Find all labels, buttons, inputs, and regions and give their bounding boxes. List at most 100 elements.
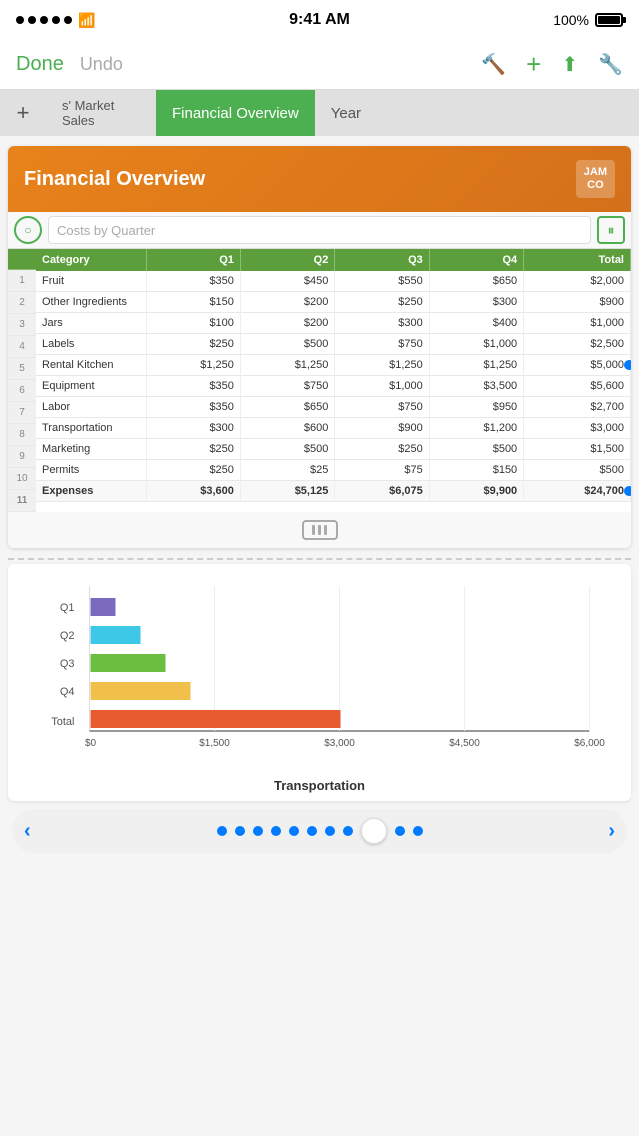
cell-value[interactable]: $750 bbox=[240, 376, 334, 397]
table-row[interactable]: Other Ingredients$150$200$250$300$900 bbox=[36, 292, 631, 313]
cell-value[interactable]: $500 bbox=[240, 334, 334, 355]
formula-circle-button[interactable]: ○ bbox=[14, 216, 42, 244]
cell-value[interactable]: $600 bbox=[240, 418, 334, 439]
cell-value[interactable]: $350 bbox=[146, 271, 240, 292]
cell-value[interactable]: $2,500 bbox=[524, 334, 631, 355]
cell-value[interactable]: $400 bbox=[429, 313, 523, 334]
cell-category[interactable]: Marketing bbox=[36, 439, 146, 460]
cell-category[interactable]: Other Ingredients bbox=[36, 292, 146, 313]
prev-page-button[interactable]: ‹ bbox=[24, 820, 31, 843]
page-dot[interactable] bbox=[361, 818, 387, 844]
cell-value[interactable]: $900 bbox=[524, 292, 631, 313]
cell-value[interactable]: $2,000 bbox=[524, 271, 631, 292]
cell-value[interactable]: $650 bbox=[240, 397, 334, 418]
cell-value[interactable]: $200 bbox=[240, 313, 334, 334]
page-dot[interactable] bbox=[413, 826, 423, 836]
cell-value[interactable]: $9,900 bbox=[429, 481, 523, 502]
cell-value[interactable]: $250 bbox=[146, 439, 240, 460]
cell-value[interactable]: $300 bbox=[429, 292, 523, 313]
cell-category[interactable]: Jars bbox=[36, 313, 146, 334]
page-dot[interactable] bbox=[343, 826, 353, 836]
cell-value[interactable]: $100 bbox=[146, 313, 240, 334]
cell-category[interactable]: Fruit bbox=[36, 271, 146, 292]
cell-value[interactable]: $650 bbox=[429, 271, 523, 292]
cell-category[interactable]: Labels bbox=[36, 334, 146, 355]
cell-category[interactable]: Expenses bbox=[36, 481, 146, 502]
cell-value[interactable]: $1,500 bbox=[524, 439, 631, 460]
cell-value[interactable]: $5,600 bbox=[524, 376, 631, 397]
cell-value[interactable]: $350 bbox=[146, 376, 240, 397]
cell-value[interactable]: $1,000 bbox=[335, 376, 429, 397]
page-dot[interactable] bbox=[271, 826, 281, 836]
page-dot[interactable] bbox=[235, 826, 245, 836]
table-scroll-area[interactable]: Category Q1 Q2 Q3 Q4 Total Fruit$350$450… bbox=[36, 249, 631, 512]
cell-value[interactable]: $950 bbox=[429, 397, 523, 418]
cell-value[interactable]: $1,000 bbox=[524, 313, 631, 334]
cell-value[interactable]: $6,075 bbox=[335, 481, 429, 502]
cell-value[interactable]: $5,125 bbox=[240, 481, 334, 502]
cell-value[interactable]: $150 bbox=[146, 292, 240, 313]
cell-value[interactable]: $750 bbox=[335, 397, 429, 418]
cell-value[interactable]: $550 bbox=[335, 271, 429, 292]
page-dot[interactable] bbox=[217, 826, 227, 836]
cell-value[interactable]: $25 bbox=[240, 460, 334, 481]
tab-year[interactable]: Year bbox=[315, 90, 377, 136]
cell-value[interactable]: $3,600 bbox=[146, 481, 240, 502]
table-row[interactable]: Labor$350$650$750$950$2,700 bbox=[36, 397, 631, 418]
cell-category[interactable]: Equipment bbox=[36, 376, 146, 397]
cell-category[interactable]: Rental Kitchen bbox=[36, 355, 146, 376]
page-dot[interactable] bbox=[289, 826, 299, 836]
cell-category[interactable]: Transportation bbox=[36, 418, 146, 439]
table-row[interactable]: Permits$250$25$75$150$500 bbox=[36, 460, 631, 481]
table-row[interactable]: Transportation$300$600$900$1,200$3,000 bbox=[36, 418, 631, 439]
cell-value[interactable]: $200 bbox=[240, 292, 334, 313]
cell-value[interactable]: $5,000 bbox=[524, 355, 631, 376]
cell-value[interactable]: $2,700 bbox=[524, 397, 631, 418]
table-row[interactable]: Marketing$250$500$250$500$1,500 bbox=[36, 439, 631, 460]
cell-value[interactable]: $1,200 bbox=[429, 418, 523, 439]
page-dot[interactable] bbox=[307, 826, 317, 836]
next-page-button[interactable]: › bbox=[608, 820, 615, 843]
tab-financial-overview[interactable]: Financial Overview bbox=[156, 90, 315, 136]
wrench-icon[interactable]: 🔧 bbox=[598, 52, 623, 77]
cell-value[interactable]: $500 bbox=[429, 439, 523, 460]
page-dot[interactable] bbox=[253, 826, 263, 836]
cell-value[interactable]: $300 bbox=[335, 313, 429, 334]
table-row[interactable]: Fruit$350$450$550$650$2,000 bbox=[36, 271, 631, 292]
cell-value[interactable]: $250 bbox=[146, 460, 240, 481]
add-sheet-button[interactable]: + bbox=[0, 90, 46, 136]
cell-value[interactable]: $3,000 bbox=[524, 418, 631, 439]
tab-market-sales[interactable]: s' Market Sales bbox=[46, 90, 156, 136]
undo-button[interactable]: Undo bbox=[80, 54, 123, 75]
cell-value[interactable]: $250 bbox=[146, 334, 240, 355]
tools-icon[interactable]: 🔨 bbox=[481, 52, 506, 77]
cell-value[interactable]: $750 bbox=[335, 334, 429, 355]
cell-value[interactable]: $3,500 bbox=[429, 376, 523, 397]
cell-value[interactable]: $250 bbox=[335, 292, 429, 313]
cell-value[interactable]: $1,000 bbox=[429, 334, 523, 355]
cell-value[interactable]: $150 bbox=[429, 460, 523, 481]
cell-value[interactable]: $75 bbox=[335, 460, 429, 481]
add-icon[interactable]: + bbox=[526, 49, 541, 80]
table-row[interactable]: Jars$100$200$300$400$1,000 bbox=[36, 313, 631, 334]
table-row[interactable]: Rental Kitchen$1,250$1,250$1,250$1,250$5… bbox=[36, 355, 631, 376]
cell-value[interactable]: $350 bbox=[146, 397, 240, 418]
cell-category[interactable]: Labor bbox=[36, 397, 146, 418]
cell-category[interactable]: Permits bbox=[36, 460, 146, 481]
cell-value[interactable]: $250 bbox=[335, 439, 429, 460]
cell-value[interactable]: $500 bbox=[524, 460, 631, 481]
table-row[interactable]: Labels$250$500$750$1,000$2,500 bbox=[36, 334, 631, 355]
cell-value[interactable]: $1,250 bbox=[429, 355, 523, 376]
cell-value[interactable]: $450 bbox=[240, 271, 334, 292]
formula-input[interactable]: Costs by Quarter bbox=[48, 216, 591, 244]
cell-value[interactable]: $1,250 bbox=[335, 355, 429, 376]
cell-value[interactable]: $500 bbox=[240, 439, 334, 460]
page-dot[interactable] bbox=[395, 826, 405, 836]
formula-pause-button[interactable]: ⏸ bbox=[597, 216, 625, 244]
table-row[interactable]: Equipment$350$750$1,000$3,500$5,600 bbox=[36, 376, 631, 397]
cell-value[interactable]: $1,250 bbox=[240, 355, 334, 376]
share-icon[interactable]: ⬆ bbox=[561, 52, 578, 77]
cell-value[interactable]: $300 bbox=[146, 418, 240, 439]
cell-value[interactable]: $1,250 bbox=[146, 355, 240, 376]
bottom-handle[interactable] bbox=[8, 512, 631, 548]
